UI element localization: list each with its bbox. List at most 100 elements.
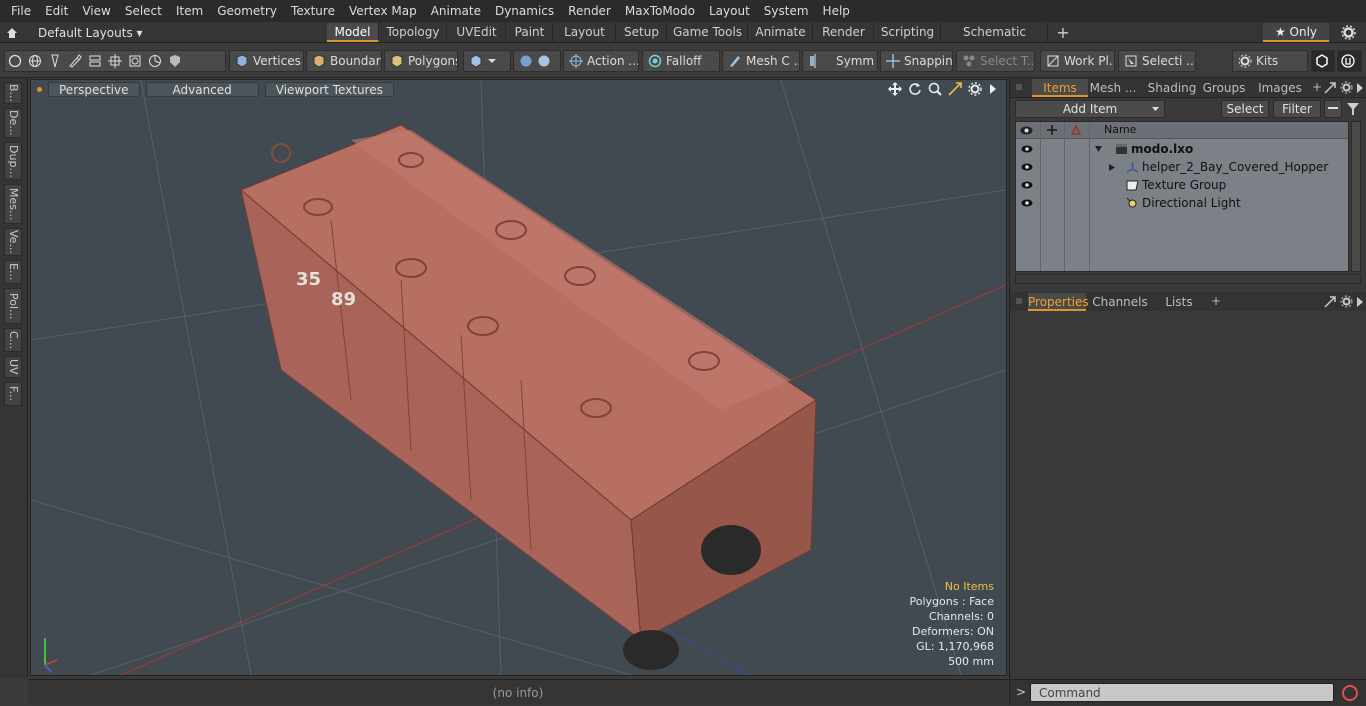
menu-layout[interactable]: Layout <box>702 0 757 22</box>
tab-channels[interactable]: Channels <box>1092 293 1148 311</box>
viewport-scene[interactable]: 35 89 <box>31 80 1006 675</box>
vertices-button[interactable]: Vertices <box>229 50 304 72</box>
maximize-icon[interactable] <box>948 82 962 96</box>
snapping-button[interactable]: Snapping <box>880 50 953 72</box>
menu-geometry[interactable]: Geometry <box>210 0 284 22</box>
collapse-button[interactable] <box>1324 100 1342 118</box>
unreal-button[interactable] <box>1337 50 1362 72</box>
item-list-scrollbar[interactable] <box>1351 121 1361 272</box>
tab-properties[interactable]: Properties <box>1028 293 1089 311</box>
layout-selector[interactable]: Default Layouts ▾ <box>6 22 143 43</box>
menu-dynamics[interactable]: Dynamics <box>488 0 561 22</box>
pie-icon[interactable] <box>148 54 162 68</box>
tab-topology[interactable]: Topology <box>380 23 447 42</box>
collapse-triangle-icon[interactable] <box>1094 145 1103 153</box>
menu-render[interactable]: Render <box>561 0 618 22</box>
menu-vertex-map[interactable]: Vertex Map <box>342 0 424 22</box>
align-icon[interactable] <box>88 54 102 68</box>
visibility-eye-icon[interactable] <box>1021 179 1033 191</box>
selection-sets-button[interactable]: Selecti ... <box>1118 50 1196 72</box>
globe-icon[interactable] <box>28 54 42 68</box>
tab-items[interactable]: Items <box>1032 79 1088 97</box>
menu-item[interactable]: Item <box>169 0 210 22</box>
menu-select[interactable]: Select <box>118 0 169 22</box>
left-tab-curve[interactable]: C... <box>4 328 22 352</box>
expand-arrow-icon[interactable] <box>988 82 998 96</box>
add-panel-tab-icon[interactable]: + <box>1211 294 1221 308</box>
item-list[interactable]: Name modo.lxo helper_2_Bay_Covered_Hoppe… <box>1015 121 1349 272</box>
record-icon[interactable] <box>1341 684 1359 702</box>
panel-arrow-icon[interactable] <box>1356 296 1364 308</box>
tab-scripting[interactable]: Scripting <box>875 23 941 42</box>
symmetry-button[interactable]: Symm ... <box>802 50 878 72</box>
item-row-mesh[interactable]: helper_2_Bay_Covered_Hopper <box>1016 158 1348 176</box>
add-panel-tab-icon[interactable]: + <box>1312 80 1322 94</box>
tab-setup[interactable]: Setup <box>617 23 667 42</box>
menu-texture[interactable]: Texture <box>284 0 342 22</box>
left-tab-polygon[interactable]: Pol... <box>4 288 22 324</box>
action-center-button[interactable]: Action ... <box>563 50 639 72</box>
item-row-texture-group[interactable]: Texture Group <box>1016 176 1348 194</box>
tab-uvedit[interactable]: UVEdit <box>448 23 506 42</box>
item-mode-dropdown[interactable] <box>463 50 511 72</box>
hopper-car-model[interactable] <box>240 124 817 670</box>
filter-button[interactable]: Filter <box>1273 100 1321 118</box>
polygons-button[interactable]: Polygons <box>384 50 458 72</box>
add-item-dropdown[interactable]: Add Item <box>1015 100 1165 118</box>
boundary-button[interactable]: Boundary <box>306 50 382 72</box>
tab-lists[interactable]: Lists <box>1154 293 1204 311</box>
left-tab-deform[interactable]: De... <box>4 108 22 138</box>
tab-shading[interactable]: Shading <box>1142 79 1202 97</box>
element-icon[interactable] <box>128 54 142 68</box>
menu-view[interactable]: View <box>75 0 117 22</box>
pen-icon[interactable] <box>48 54 62 68</box>
sphere-alt-icon[interactable] <box>537 54 551 68</box>
tab-animate[interactable]: Animate <box>749 23 813 42</box>
work-plane-button[interactable]: Work Pl... <box>1040 50 1115 72</box>
tab-groups[interactable]: Groups <box>1200 79 1248 97</box>
command-input[interactable]: Command <box>1030 683 1334 702</box>
menu-maxtomodo[interactable]: MaxToModo <box>618 0 702 22</box>
panel-gear-icon[interactable] <box>1340 295 1353 308</box>
rotate-icon[interactable] <box>908 82 922 96</box>
tab-game-tools[interactable]: Game Tools <box>668 23 748 42</box>
left-tab-mesh-edit[interactable]: Mes... <box>4 184 22 224</box>
gear-icon[interactable] <box>1341 25 1356 40</box>
3d-viewport[interactable]: 35 89 Perspective Advanced Viewport Text… <box>30 79 1007 676</box>
select-through-button[interactable]: Select T... <box>956 50 1035 72</box>
item-row-directional-light[interactable]: Directional Light <box>1016 194 1348 212</box>
falloff-button[interactable]: Falloff <box>642 50 720 72</box>
visibility-eye-icon[interactable] <box>1021 197 1033 209</box>
sphere-icon[interactable] <box>519 54 533 68</box>
select-button[interactable]: Select <box>1221 100 1269 118</box>
filter-funnel-icon[interactable] <box>1346 102 1360 116</box>
viewport-textures-button[interactable]: Viewport Textures <box>264 81 394 97</box>
shield-icon[interactable] <box>168 54 182 68</box>
tab-layout[interactable]: Layout <box>554 23 616 42</box>
panel-arrow-icon[interactable] <box>1356 82 1364 94</box>
perspective-button[interactable]: Perspective <box>48 81 140 97</box>
left-tab-vertex[interactable]: Ve... <box>4 228 22 256</box>
menu-system[interactable]: System <box>757 0 816 22</box>
mesh-constraint-button[interactable]: Mesh C ... <box>722 50 800 72</box>
menu-file[interactable]: File <box>4 0 38 22</box>
brush-icon[interactable] <box>68 54 82 68</box>
item-list-resize-handle[interactable] <box>1015 274 1361 284</box>
kits-button[interactable]: Kits <box>1232 50 1308 72</box>
pan-icon[interactable] <box>888 82 902 96</box>
menu-help[interactable]: Help <box>816 0 857 22</box>
expand-triangle-icon[interactable] <box>1108 163 1116 172</box>
viewport-gear-icon[interactable] <box>968 82 982 96</box>
item-row-scene[interactable]: modo.lxo <box>1016 140 1348 158</box>
tab-mesh[interactable]: Mesh ... <box>1088 79 1138 97</box>
menu-animate[interactable]: Animate <box>424 0 488 22</box>
tab-paint[interactable]: Paint <box>507 23 553 42</box>
add-tab-button[interactable]: + <box>1052 23 1074 42</box>
left-tab-fusion[interactable]: F... <box>4 382 22 406</box>
panel-maximize-icon[interactable] <box>1324 82 1336 94</box>
visibility-eye-icon[interactable] <box>1021 143 1033 155</box>
left-tab-uv[interactable]: UV <box>4 356 22 378</box>
left-tab-edge[interactable]: E... <box>4 260 22 284</box>
left-tab-basic[interactable]: B... <box>4 82 22 104</box>
panel-gear-icon[interactable] <box>1340 81 1353 94</box>
